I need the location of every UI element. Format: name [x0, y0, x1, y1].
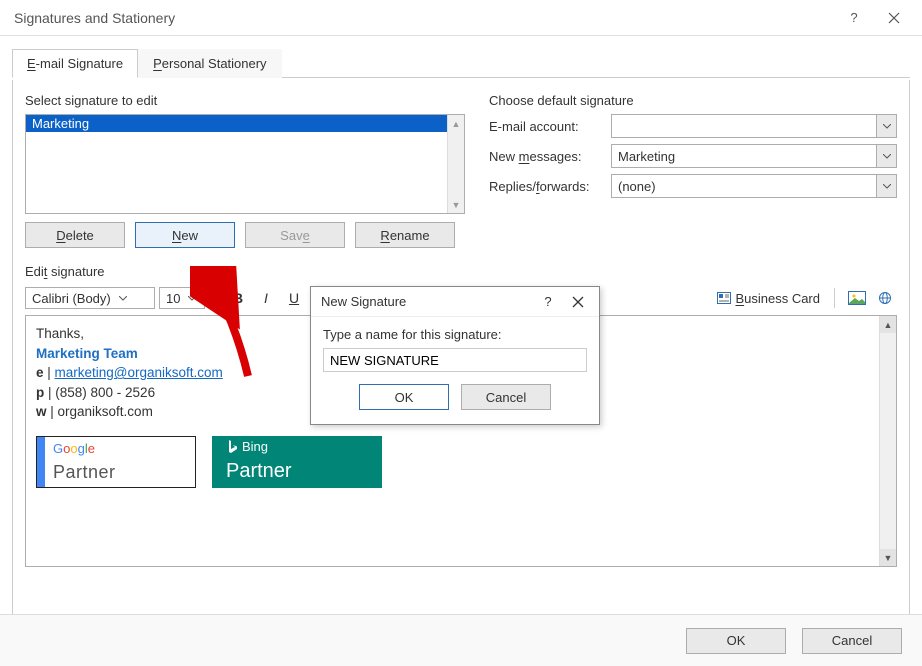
google-partner-label: Partner — [53, 459, 116, 485]
chevron-down-icon[interactable] — [876, 175, 896, 197]
modal-help-button[interactable]: ? — [533, 287, 563, 317]
chevron-down-icon[interactable] — [184, 296, 200, 301]
hyperlink-icon — [876, 291, 894, 305]
replies-forwards-dropdown[interactable]: (none) — [611, 174, 897, 198]
modal-prompt: Type a name for this signature: — [323, 327, 587, 342]
email-account-dropdown[interactable] — [611, 114, 897, 138]
new-signature-dialog: New Signature ? Type a name for this sig… — [310, 286, 600, 425]
signature-name-input[interactable] — [323, 348, 587, 372]
new-messages-label: New messages: — [489, 149, 599, 164]
insert-picture-button[interactable] — [845, 287, 869, 309]
new-button[interactable]: New — [135, 222, 235, 248]
replies-forwards-label: Replies/forwards: — [489, 179, 599, 194]
default-signature-label: Choose default signature — [489, 93, 897, 108]
delete-button[interactable]: Delete — [25, 222, 125, 248]
select-signature-label: Select signature to edit — [25, 93, 465, 108]
scroll-up-icon[interactable]: ▲ — [880, 316, 896, 333]
ok-button[interactable]: OK — [686, 628, 786, 654]
modal-title: New Signature — [321, 294, 533, 309]
business-card-button[interactable]: Business Card — [713, 287, 824, 309]
bing-partner-badge: Bing Partner — [212, 436, 382, 488]
scrollbar[interactable]: ▲ ▼ — [447, 115, 464, 213]
chevron-down-icon[interactable] — [876, 115, 896, 137]
font-size-dropdown[interactable]: 10 — [159, 287, 205, 309]
modal-cancel-button[interactable]: Cancel — [461, 384, 551, 410]
titlebar: Signatures and Stationery ? — [0, 0, 922, 36]
close-button[interactable] — [874, 0, 914, 36]
new-messages-dropdown[interactable]: Marketing — [611, 144, 897, 168]
editor-scrollbar[interactable]: ▲ ▼ — [879, 316, 896, 566]
google-logo-text: Google — [53, 440, 116, 459]
cancel-button[interactable]: Cancel — [802, 628, 902, 654]
save-button[interactable]: Save — [245, 222, 345, 248]
new-messages-value: Marketing — [618, 149, 675, 164]
edit-signature-label: Edit signature — [25, 264, 897, 279]
chevron-down-icon[interactable] — [876, 145, 896, 167]
separator — [834, 288, 835, 308]
bing-partner-label: Partner — [226, 457, 382, 486]
font-size-value: 10 — [166, 291, 180, 306]
google-partner-badge: Google Partner — [36, 436, 196, 488]
tab-personal-stationery[interactable]: Personal Stationery — [138, 49, 281, 78]
help-button[interactable]: ? — [834, 0, 874, 36]
dialog-footer: OK Cancel — [0, 614, 922, 666]
scroll-up-icon[interactable]: ▲ — [448, 115, 464, 132]
rename-button[interactable]: Rename — [355, 222, 455, 248]
sig-badges: Google Partner Bing Partner — [36, 436, 872, 488]
tab-email-signature[interactable]: E-mail Signature — [12, 49, 138, 78]
underline-button[interactable]: U — [282, 287, 306, 309]
bold-button[interactable]: B — [226, 287, 250, 309]
bing-logo-text: Bing — [226, 438, 382, 457]
scroll-down-icon[interactable]: ▼ — [448, 196, 464, 213]
insert-hyperlink-button[interactable] — [873, 287, 897, 309]
window-title: Signatures and Stationery — [8, 10, 834, 26]
picture-icon — [848, 291, 866, 305]
email-account-label: E-mail account: — [489, 119, 599, 134]
modal-close-button[interactable] — [563, 287, 593, 317]
tabstrip: E-mail Signature Personal Stationery — [12, 48, 910, 78]
separator — [215, 288, 216, 308]
italic-button[interactable]: I — [254, 287, 278, 309]
chevron-down-icon[interactable] — [115, 296, 131, 301]
replies-forwards-value: (none) — [618, 179, 656, 194]
font-family-dropdown[interactable]: Calibri (Body) — [25, 287, 155, 309]
scroll-down-icon[interactable]: ▼ — [880, 549, 896, 566]
modal-ok-button[interactable]: OK — [359, 384, 449, 410]
sig-email-link[interactable]: marketing@organiksoft.com — [55, 365, 223, 380]
business-card-icon — [717, 292, 731, 304]
list-item[interactable]: Marketing — [26, 115, 464, 132]
signature-list[interactable]: Marketing ▲ ▼ — [25, 114, 465, 214]
font-family-value: Calibri (Body) — [32, 291, 111, 306]
